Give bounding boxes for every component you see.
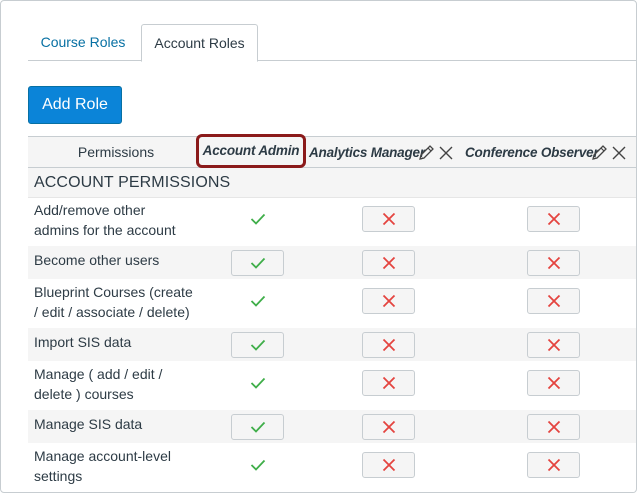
permission-disabled-toggle[interactable]: [362, 370, 415, 396]
table-row: Manage account-level settings: [28, 444, 636, 492]
permission-disabled-toggle[interactable]: [527, 206, 580, 232]
table-row: Import SIS data: [28, 328, 636, 362]
permission-label: Import SIS data: [34, 332, 131, 352]
table-row: Manage ( add / edit / delete ) courses: [28, 362, 636, 410]
permission-enabled-toggle[interactable]: [231, 370, 284, 396]
permission-label: Become other users: [34, 250, 159, 270]
add-role-button[interactable]: Add Role: [28, 86, 122, 124]
permission-disabled-toggle[interactable]: [362, 206, 415, 232]
table-row: Become other users: [28, 246, 636, 280]
permission-enabled-toggle[interactable]: [231, 250, 284, 276]
permission-disabled-toggle[interactable]: [527, 332, 580, 358]
permissions-column-header: Permissions: [77, 144, 155, 160]
permission-label: Manage SIS data: [34, 414, 142, 434]
permission-disabled-toggle[interactable]: [362, 332, 415, 358]
permission-rows: Add/remove other admins for the account Be…: [28, 198, 636, 492]
permission-disabled-toggle[interactable]: [527, 250, 580, 276]
permission-disabled-toggle[interactable]: [362, 452, 415, 478]
permission-enabled-toggle[interactable]: [231, 452, 284, 478]
role-header-account-admin[interactable]: Account Admin: [196, 134, 306, 168]
tab-course-roles[interactable]: Course Roles: [28, 24, 138, 61]
role-header-conference-observer[interactable]: Conference Observer: [465, 137, 599, 168]
permission-label-line: Manage SIS data: [34, 416, 143, 432]
permission-enabled-toggle[interactable]: [231, 288, 284, 314]
table-row: Blueprint Courses (create / edit / associ…: [28, 280, 636, 328]
permission-disabled-toggle[interactable]: [527, 414, 580, 440]
permission-disabled-toggle[interactable]: [362, 288, 415, 314]
role-tabs: Course Roles Account Roles: [28, 24, 636, 62]
permission-label-line: Import SIS data: [34, 334, 132, 350]
permission-label-line: Manage account-level: [34, 448, 171, 464]
permission-label: Manage ( add / edit / delete ) courses: [34, 364, 162, 404]
permission-label: Add/remove other admins for the account: [34, 200, 176, 240]
permission-label-line: Add/remove other: [34, 202, 146, 218]
section-account-permissions: ACCOUNT PERMISSIONS: [28, 168, 636, 198]
permission-label-line: settings: [34, 468, 83, 484]
role-header-analytics-manager[interactable]: Analytics Manager: [309, 137, 425, 168]
permission-enabled-toggle[interactable]: [231, 332, 284, 358]
roles-permissions-panel: Course Roles Account Roles Add Role Perm…: [0, 0, 637, 493]
permission-label-line: delete ) courses: [34, 386, 134, 402]
permission-label-line: admins for the account: [34, 222, 176, 238]
permission-disabled-toggle[interactable]: [362, 414, 415, 440]
edit-icon[interactable]: [591, 145, 609, 166]
permission-label: Manage account-level settings: [34, 446, 171, 486]
permission-disabled-toggle[interactable]: [362, 250, 415, 276]
permission-label-line: Become other users: [34, 252, 160, 268]
delete-icon[interactable]: [611, 145, 627, 166]
permission-enabled-toggle[interactable]: [231, 206, 284, 232]
permission-label-line: Blueprint Courses (create: [34, 284, 193, 300]
permission-disabled-toggle[interactable]: [527, 452, 580, 478]
permission-label-line: / edit / associate / delete): [34, 304, 190, 320]
table-row: Add/remove other admins for the account: [28, 198, 636, 246]
permission-enabled-toggle[interactable]: [231, 414, 284, 440]
permission-disabled-toggle[interactable]: [527, 288, 580, 314]
delete-icon[interactable]: [438, 145, 454, 166]
table-header-row: Permissions Account Admin Analytics Mana…: [28, 134, 636, 168]
permission-disabled-toggle[interactable]: [527, 370, 580, 396]
permissions-table: Permissions Account Admin Analytics Mana…: [28, 134, 636, 492]
table-row: Manage SIS data: [28, 410, 636, 444]
permission-label-line: Manage ( add / edit /: [34, 366, 163, 382]
permission-label: Blueprint Courses (create / edit / associ…: [34, 282, 193, 322]
tab-account-roles[interactable]: Account Roles: [141, 24, 258, 62]
edit-icon[interactable]: [418, 145, 436, 166]
